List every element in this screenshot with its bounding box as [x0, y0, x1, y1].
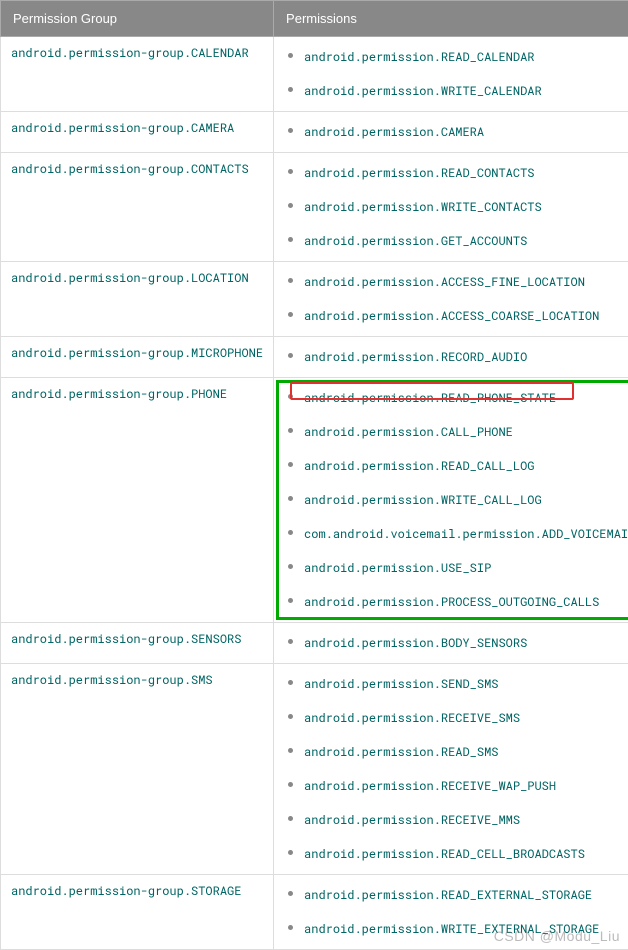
permissions-cell: android.permission.CAMERA: [274, 112, 628, 153]
permissions-list: android.permission.READ_CONTACTSandroid.…: [284, 161, 628, 253]
permission-item: android.permission.GET_ACCOUNTS: [284, 229, 628, 253]
col-header-perms: Permissions: [274, 1, 628, 37]
permissions-list: android.permission.READ_CALENDARandroid.…: [284, 45, 628, 103]
permission-group-cell: android.permission-group.STORAGE: [1, 875, 274, 950]
permissions-list: android.permission.RECORD_AUDIO: [284, 345, 628, 369]
permission-item: android.permission.BODY_SENSORS: [284, 631, 628, 655]
permission-item: android.permission.READ_PHONE_STATE: [284, 386, 628, 420]
permission-item: android.permission.RECEIVE_SMS: [284, 706, 628, 740]
permissions-list: android.permission.SEND_SMSandroid.permi…: [284, 672, 628, 866]
table-row: android.permission-group.MICROPHONE andro…: [1, 337, 628, 378]
permission-item: android.permission.ACCESS_COARSE_LOCATIO…: [284, 304, 628, 328]
table-row: android.permission-group.CAMERA android.p…: [1, 112, 628, 153]
permission-group-cell: android.permission-group.LOCATION: [1, 262, 274, 337]
permission-item: android.permission.PROCESS_OUTGOING_CALL…: [284, 590, 628, 614]
permission-group-cell: android.permission-group.SENSORS: [1, 623, 274, 664]
table-row: android.permission-group.CALENDARandroid…: [1, 37, 628, 112]
permissions-cell: android.permission.SEND_SMSandroid.permi…: [274, 664, 628, 875]
table-row: android.permission-group.SMSandroid.perm…: [1, 664, 628, 875]
permission-group-cell: android.permission-group.SMS: [1, 664, 274, 875]
permission-item: android.permission.READ_EXTERNAL_STORAGE: [284, 883, 628, 917]
permissions-cell: android.permission.READ_CONTACTSandroid.…: [274, 153, 628, 262]
permission-item: android.permission.USE_SIP: [284, 556, 628, 590]
permission-group-cell: android.permission-group.CALENDAR: [1, 37, 274, 112]
permission-item: android.permission.WRITE_EXTERNAL_STORAG…: [284, 917, 628, 941]
table-row: android.permission-group.CONTACTSandroid…: [1, 153, 628, 262]
permissions-list: android.permission.READ_PHONE_STATEandro…: [284, 386, 628, 614]
col-header-group: Permission Group: [1, 1, 274, 37]
table-row: android.permission-group.SENSORS android.…: [1, 623, 628, 664]
permission-item: android.permission.CALL_PHONE: [284, 420, 628, 454]
permission-item: com.android.voicemail.permission.ADD_VOI…: [284, 522, 628, 556]
permissions-list: android.permission.ACCESS_FINE_LOCATIONa…: [284, 270, 628, 328]
permission-group-cell: android.permission-group.CONTACTS: [1, 153, 274, 262]
permissions-cell: android.permission.READ_PHONE_STATEandro…: [274, 378, 628, 623]
permission-item: android.permission.SEND_SMS: [284, 672, 628, 706]
permission-group-cell: android.permission-group.MICROPHONE: [1, 337, 274, 378]
permission-item: android.permission.READ_CONTACTS: [284, 161, 628, 195]
permissions-table: Permission Group Permissions android.per…: [0, 0, 628, 950]
permission-group-cell: android.permission-group.PHONE: [1, 378, 274, 623]
permissions-cell: android.permission.READ_EXTERNAL_STORAGE…: [274, 875, 628, 950]
permissions-list: android.permission.CAMERA: [284, 120, 628, 144]
permission-item: android.permission.RECEIVE_MMS: [284, 808, 628, 842]
permissions-cell: android.permission.BODY_SENSORS: [274, 623, 628, 664]
permission-item: android.permission.WRITE_CALL_LOG: [284, 488, 628, 522]
permission-item: android.permission.CAMERA: [284, 120, 628, 144]
permissions-cell: android.permission.ACCESS_FINE_LOCATIONa…: [274, 262, 628, 337]
permission-item: android.permission.WRITE_CALENDAR: [284, 79, 628, 103]
permission-group-cell: android.permission-group.CAMERA: [1, 112, 274, 153]
permissions-cell: android.permission.RECORD_AUDIO: [274, 337, 628, 378]
permission-item: android.permission.READ_CALL_LOG: [284, 454, 628, 488]
permission-item: android.permission.ACCESS_FINE_LOCATION: [284, 270, 628, 304]
table-row: android.permission-group.STORAGEandroid.…: [1, 875, 628, 950]
permissions-list: android.permission.BODY_SENSORS: [284, 631, 628, 655]
permission-item: android.permission.READ_CELL_BROADCASTS: [284, 842, 628, 866]
permission-item: android.permission.RECORD_AUDIO: [284, 345, 628, 369]
table-row: android.permission-group.PHONEandroid.pe…: [1, 378, 628, 623]
permissions-cell: android.permission.READ_CALENDARandroid.…: [274, 37, 628, 112]
permissions-list: android.permission.READ_EXTERNAL_STORAGE…: [284, 883, 628, 941]
permission-item: android.permission.READ_SMS: [284, 740, 628, 774]
permission-item: android.permission.RECEIVE_WAP_PUSH: [284, 774, 628, 808]
table-row: android.permission-group.LOCATIONandroid…: [1, 262, 628, 337]
permission-item: android.permission.READ_CALENDAR: [284, 45, 628, 79]
permission-item: android.permission.WRITE_CONTACTS: [284, 195, 628, 229]
